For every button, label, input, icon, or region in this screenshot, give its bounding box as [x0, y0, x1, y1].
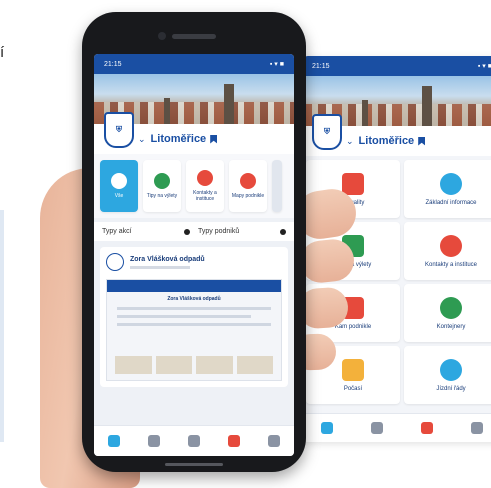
quick-category-item[interactable]: Kontakty a instituce — [186, 160, 224, 212]
bookmark-icon[interactable] — [418, 136, 426, 146]
bottom-tab-bar — [302, 413, 491, 442]
category-icon — [111, 173, 127, 189]
status-bar: 21:15 ▪ ▾ ■ — [302, 56, 491, 76]
city-name[interactable]: Litoměřice — [359, 135, 415, 147]
quick-category-label: Vše — [114, 193, 124, 199]
chevron-down-icon[interactable]: ⌄ — [138, 134, 146, 145]
news-icon — [342, 172, 364, 195]
tower-shape — [362, 100, 368, 126]
status-icons: ▪ ▾ ■ — [269, 61, 284, 68]
filter-event-types[interactable]: Typy akcí — [102, 228, 190, 235]
card-document-preview: Zora Vlášková odpadů — [106, 279, 282, 381]
filter-label: Typy akcí — [102, 228, 132, 235]
menu-tile-label: Kam podnikle — [334, 323, 372, 330]
card-subtitle-placeholder — [130, 265, 190, 269]
scroll-more-indicator[interactable] — [272, 160, 282, 212]
menu-tile[interactable]: Kontakty a instituce — [404, 222, 491, 280]
doc-title: Zora Vlášková odpadů — [167, 296, 221, 302]
chat-icon[interactable] — [421, 422, 433, 434]
profile-icon[interactable] — [268, 435, 280, 447]
menu-tile-label: Základní informace — [425, 199, 477, 206]
city-name[interactable]: Litoměřice — [151, 133, 207, 145]
background-strip — [0, 210, 4, 442]
front-phone-screen: 21:15 ▪ ▾ ■ ⛨ ⌄ Litoměřice Vše Tipy na vý… — [94, 54, 294, 456]
city-crest-icon: ⛨ — [312, 114, 342, 150]
card-title: Zora Vlášková odpadů — [130, 255, 205, 263]
quick-category-item[interactable]: Tipy na výlety — [143, 160, 181, 212]
quick-category-item[interactable]: Vše — [100, 160, 138, 212]
menu-tile-label: Kontejnery — [436, 323, 466, 330]
profile-icon[interactable] — [471, 422, 483, 434]
status-bar: 21:15 ▪ ▾ ■ — [94, 54, 294, 74]
quick-category-row: Vše Tipy na výlety Kontakty a instituce Map… — [94, 154, 294, 218]
category-icon — [197, 170, 213, 186]
chat-icon[interactable] — [228, 435, 240, 447]
menu-tile[interactable]: Kontejnery — [404, 284, 491, 342]
tower-shape — [224, 84, 234, 124]
menu-tile-label: Počasí — [343, 385, 363, 392]
quick-category-label: Kontakty a instituce — [193, 190, 217, 202]
home-indicator — [165, 463, 223, 466]
city-header[interactable]: ⛨ ⌄ Litoměřice — [302, 114, 491, 156]
filter-business-types[interactable]: Typy podniků — [198, 228, 286, 235]
filter-label: Typy podniků — [198, 228, 240, 235]
recycle-icon — [440, 296, 462, 319]
menu-tile-label: Kontakty a instituce — [424, 261, 478, 268]
home-icon[interactable] — [321, 422, 333, 434]
speaker-grille — [172, 34, 216, 39]
toggle-icon — [280, 228, 286, 235]
info-icon — [440, 172, 462, 195]
front-phone: 21:15 ▪ ▾ ■ ⛨ ⌄ Litoměřice Vše Tipy na vý… — [82, 12, 306, 472]
category-icon — [240, 173, 256, 189]
quick-category-item[interactable]: Mapy podnikle — [229, 160, 267, 212]
chevron-down-icon[interactable]: ⌄ — [346, 136, 354, 147]
page-edge-text: í — [0, 44, 5, 61]
status-time: 21:15 — [104, 60, 122, 68]
tower-shape — [164, 98, 170, 124]
search-icon[interactable] — [371, 422, 383, 434]
city-crest-icon: ⛨ — [104, 112, 134, 148]
news-card[interactable]: Zora Vlášková odpadů Zora Vlášková odpad… — [100, 247, 288, 387]
filter-row: Typy akcí Typy podniků — [94, 222, 294, 241]
toggle-icon — [184, 228, 190, 235]
contacts-icon — [440, 234, 462, 257]
bottom-tab-bar — [94, 425, 294, 456]
home-icon[interactable] — [108, 435, 120, 447]
search-icon[interactable] — [188, 435, 200, 447]
menu-tile[interactable]: Základní informace — [404, 160, 491, 218]
menu-tile[interactable]: Jízdní řády — [404, 346, 491, 404]
avatar — [106, 253, 124, 271]
bus-icon — [440, 358, 462, 381]
category-icon — [154, 173, 170, 189]
bookmark-icon[interactable] — [210, 134, 218, 144]
list-icon[interactable] — [148, 435, 160, 447]
doc-thumbnails — [115, 356, 273, 374]
status-time: 21:15 — [312, 62, 330, 70]
status-icons: ▪ ▾ ■ — [477, 63, 491, 70]
quick-category-label: Tipy na výlety — [146, 193, 178, 199]
camera-icon — [158, 32, 166, 40]
menu-tile-label: Jízdní řády — [436, 385, 466, 392]
city-header[interactable]: ⛨ ⌄ Litoměřice — [94, 112, 294, 154]
quick-category-label: Mapy podnikle — [231, 193, 265, 199]
weather-icon — [342, 358, 364, 381]
tower-shape — [422, 86, 432, 126]
